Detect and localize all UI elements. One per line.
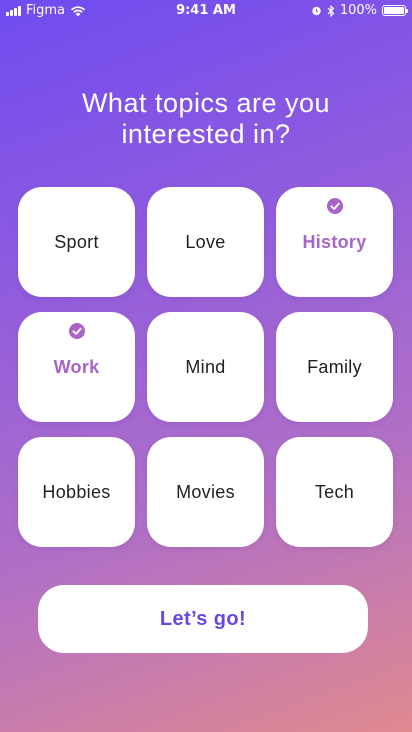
topics-screen: Figma 9:41 AM 100% What topics are you i… [0, 0, 412, 732]
topic-label: Work [53, 356, 100, 377]
page-title: What topics are you interested in? [20, 88, 392, 150]
topic-card-tech[interactable]: Tech [276, 437, 393, 547]
topic-card-sport[interactable]: Sport [18, 187, 135, 297]
topic-label: Mind [185, 356, 226, 377]
topic-card-hobbies[interactable]: Hobbies [18, 437, 135, 547]
topic-label: Hobbies [42, 481, 111, 502]
lets-go-button[interactable]: Let’s go! [38, 585, 368, 653]
topic-label: Movies [176, 481, 235, 502]
status-bar: Figma 9:41 AM 100% [0, 0, 412, 22]
topics-grid: Sport Love History Work Mind Family Hobb… [18, 187, 395, 547]
check-icon [68, 323, 85, 339]
topic-card-love[interactable]: Love [147, 187, 264, 297]
topic-card-family[interactable]: Family [276, 312, 393, 422]
title-line-2: interested in? [121, 119, 291, 149]
topic-card-work[interactable]: Work [18, 312, 135, 422]
topic-label: Love [185, 231, 226, 252]
check-icon [326, 198, 343, 214]
topic-label: Family [307, 356, 362, 377]
status-right: 100% [311, 3, 408, 18]
topic-card-history[interactable]: History [276, 187, 393, 297]
topic-label: History [302, 231, 367, 252]
battery-icon [382, 5, 408, 16]
battery-percent: 100% [339, 3, 377, 18]
bluetooth-icon [327, 4, 335, 17]
battery-fill [384, 7, 404, 14]
topic-label: Sport [54, 231, 99, 252]
topic-card-mind[interactable]: Mind [147, 312, 264, 422]
alarm-icon [312, 6, 321, 16]
topic-label: Tech [314, 481, 355, 502]
title-line-1: What topics are you [81, 88, 331, 118]
topic-card-movies[interactable]: Movies [147, 437, 264, 547]
